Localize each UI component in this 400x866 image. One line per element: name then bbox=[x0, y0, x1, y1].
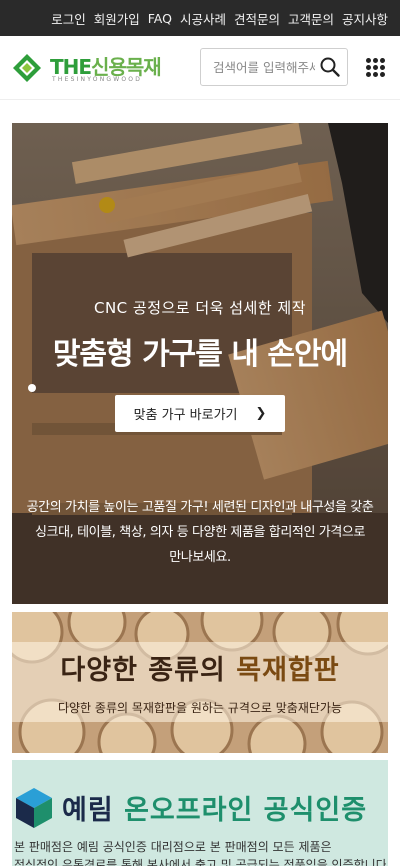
plywood-banner-title: 다양한 종류의 목재합판 bbox=[12, 648, 388, 687]
yerim-banner-title: 예림 온오프라인 공식인증 bbox=[62, 788, 367, 827]
hero-subtitle: CNC 공정으로 더욱 섬세한 제작 bbox=[93, 299, 307, 317]
notice-link[interactable]: 공지사항 bbox=[342, 9, 388, 28]
yerim-title-rest: 온오프라인 공식인증 bbox=[113, 795, 368, 826]
logo-diamond-icon bbox=[13, 54, 41, 82]
yerim-certified-banner[interactable]: 예림 온오프라인 공식인증 본 판매점은 예림 공식인증 대리점으로 본 판매점… bbox=[12, 760, 388, 866]
search-icon[interactable] bbox=[319, 56, 341, 78]
grid-menu-icon[interactable] bbox=[366, 58, 386, 78]
plywood-banner[interactable]: 다양한 종류의 목재합판 다양한 종류의 목재합판을 원하는 규격으로 맞춤재단… bbox=[12, 612, 388, 753]
top-utility-bar: 로그인 회원가입 FAQ 시공사례 견적문의 고객문의 공지사항 bbox=[0, 0, 400, 36]
hero-description-line: 싱크대, 테이블, 책상, 의자 등 다양한 제품을 합리적인 가격으로 bbox=[34, 525, 366, 540]
inquiry-link[interactable]: 고객문의 bbox=[288, 9, 334, 28]
site-logo[interactable]: THE신용목재 THESINYONGWOOD bbox=[12, 50, 192, 86]
yerim-description-line: 정식적인 유통경로를 통해 본사에서 출고 및 공급되는 정품임을 인증합니다. bbox=[14, 858, 386, 866]
cases-link[interactable]: 시공사례 bbox=[180, 9, 226, 28]
yerim-cube-logo-icon bbox=[16, 788, 52, 828]
hero-description: 공간의 가치를 높이는 고품질 가구! 세련된 디자인과 내구성을 갖춘 싱크대… bbox=[12, 495, 388, 570]
hero-title: 맞춤형 가구를 내 손안에 bbox=[52, 337, 348, 372]
yerim-name: 예림 bbox=[62, 795, 114, 826]
plywood-title-highlight: 목재합판 bbox=[236, 655, 340, 686]
quote-link[interactable]: 견적문의 bbox=[234, 9, 280, 28]
chevron-right-icon: ❯ bbox=[255, 406, 267, 421]
search-box bbox=[200, 48, 349, 86]
custom-furniture-button[interactable]: 맞춤 가구 바로가기 ❯ bbox=[115, 395, 285, 432]
custom-furniture-button-label: 맞춤 가구 바로가기 bbox=[133, 408, 238, 423]
faq-link[interactable]: FAQ bbox=[148, 11, 172, 26]
login-link[interactable]: 로그인 bbox=[51, 9, 86, 28]
logo-subtitle: THESINYONGWOOD bbox=[52, 76, 143, 83]
hero-banner: CNC 공정으로 더욱 섬세한 제작 맞춤형 가구를 내 손안에 맞춤 가구 바… bbox=[12, 123, 388, 604]
carousel-indicator-dot[interactable] bbox=[28, 384, 36, 392]
yerim-description: 본 판매점은 예림 공식인증 대리점으로 본 판매점의 모든 제품은 정식적인 … bbox=[14, 838, 386, 866]
signup-link[interactable]: 회원가입 bbox=[94, 9, 140, 28]
site-header: THE신용목재 THESINYONGWOOD bbox=[0, 36, 400, 100]
yerim-description-line: 본 판매점은 예림 공식인증 대리점으로 본 판매점의 모든 제품은 bbox=[14, 840, 332, 854]
hero-description-line: 공간의 가치를 높이는 고품질 가구! 세련된 디자인과 내구성을 갖춘 bbox=[26, 500, 374, 515]
plywood-title-prefix: 다양한 종류의 bbox=[60, 655, 237, 686]
plywood-banner-subtitle: 다양한 종류의 목재합판을 원하는 규격으로 맞춤재단가능 bbox=[57, 701, 343, 715]
hero-description-line: 만나보세요. bbox=[169, 550, 231, 565]
